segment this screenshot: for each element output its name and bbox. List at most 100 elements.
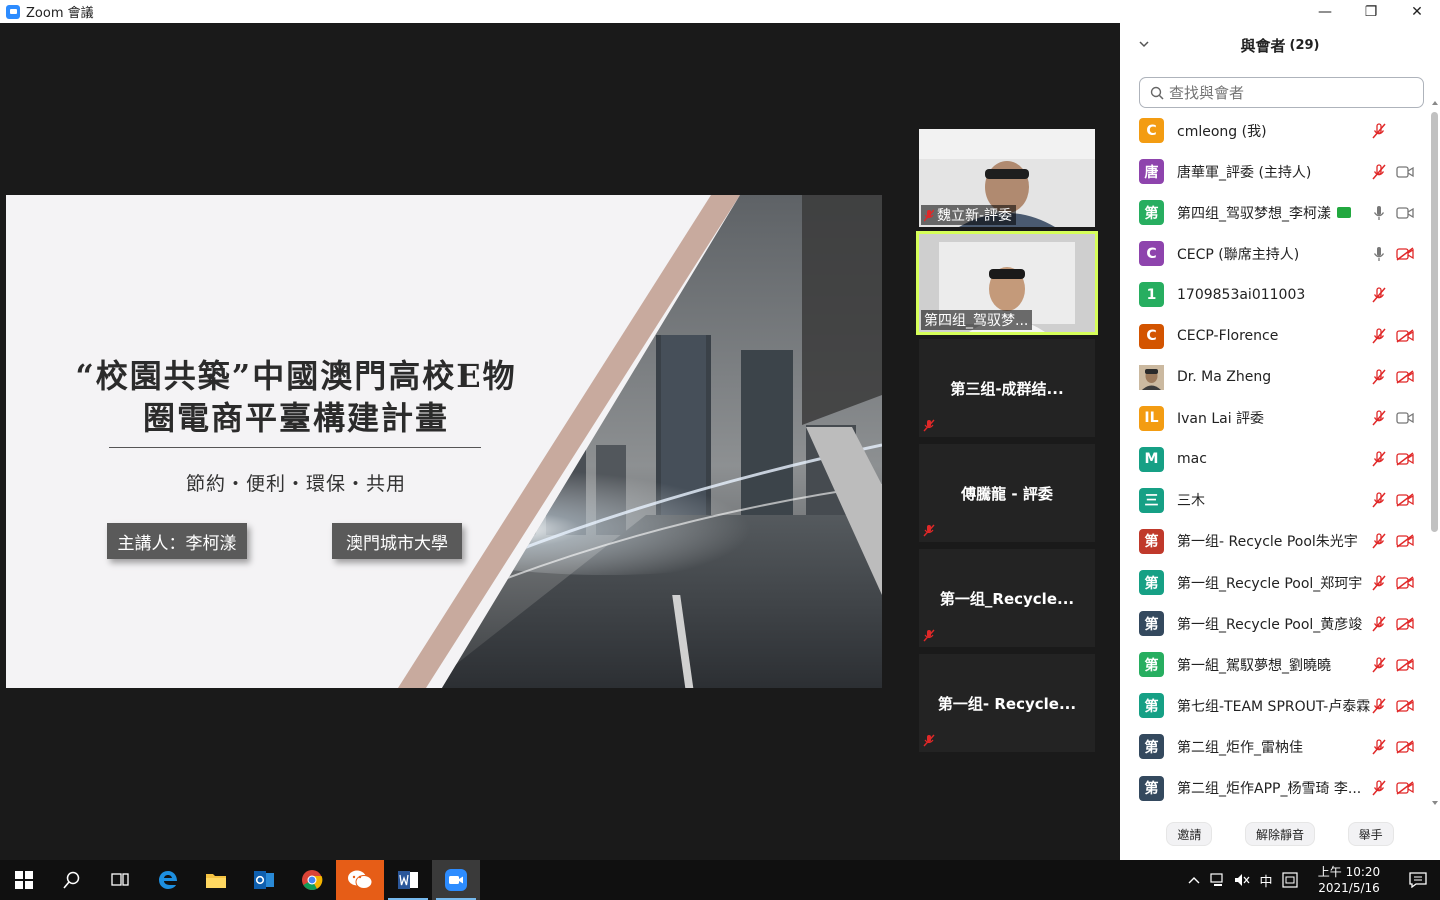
participant-row[interactable]: Mmac xyxy=(1120,439,1428,480)
task-view-button[interactable] xyxy=(96,860,144,900)
mic-muted-icon[interactable] xyxy=(1370,122,1388,140)
name-tile-3[interactable]: 第三组-成群结... xyxy=(919,339,1095,437)
mic-icon[interactable] xyxy=(1370,245,1388,263)
clock-time: 上午 10:20 xyxy=(1317,865,1381,879)
restore-button[interactable]: ❐ xyxy=(1348,0,1394,23)
video-off-icon[interactable] xyxy=(1396,368,1414,386)
video-tile-active-speaker[interactable]: 第四组_驾驭梦... xyxy=(916,231,1098,335)
mic-muted-icon[interactable] xyxy=(1370,327,1388,345)
participant-status-icons xyxy=(1370,521,1414,562)
video-off-icon[interactable] xyxy=(1396,491,1414,509)
participant-name: CECP (聯席主持人) xyxy=(1177,246,1300,263)
tile-name: 第四组_驾驭梦... xyxy=(924,313,1029,329)
name-tile-4[interactable]: 傅騰龍 - 評委 xyxy=(919,444,1095,542)
edge-browser-button[interactable] xyxy=(144,860,192,900)
name-tile-5[interactable]: 第一组_Recycle... xyxy=(919,549,1095,647)
participant-row[interactable]: Dr. Ma Zheng xyxy=(1120,357,1428,398)
window-titlebar: Zoom 會議 xyxy=(0,0,1120,23)
participant-status-icons xyxy=(1370,603,1414,644)
ime-indicator[interactable]: 中 xyxy=(1254,860,1278,900)
participant-name: Dr. Ma Zheng xyxy=(1177,369,1272,386)
mic-muted-icon[interactable] xyxy=(1370,574,1388,592)
scroll-down-icon[interactable] xyxy=(1432,800,1438,806)
video-off-icon[interactable] xyxy=(1396,327,1414,345)
participant-list-scrollbar[interactable] xyxy=(1431,112,1438,532)
participant-row[interactable]: C CECP (聯席主持人) xyxy=(1120,233,1428,274)
mic-muted-icon[interactable] xyxy=(1370,615,1388,633)
network-icon[interactable] xyxy=(1206,860,1230,900)
participant-row[interactable]: 1 1709853ai011003 xyxy=(1120,274,1428,315)
search-taskbar-button[interactable] xyxy=(48,860,96,900)
mic-muted-icon[interactable] xyxy=(1370,491,1388,509)
participant-row[interactable]: 第第四组_驾驭梦想_李柯漾 xyxy=(1120,192,1428,233)
participant-row[interactable]: IL Ivan Lai 評委 xyxy=(1120,398,1428,439)
video-off-icon[interactable] xyxy=(1396,574,1414,592)
mic-muted-icon[interactable] xyxy=(1370,738,1388,756)
chevron-up-icon[interactable] xyxy=(1182,860,1206,900)
participant-row[interactable]: 三三木 xyxy=(1120,480,1428,521)
mic-muted-icon[interactable] xyxy=(1370,697,1388,715)
participant-row[interactable]: 第第一组_Recycle Pool_黄彦竣 xyxy=(1120,603,1428,644)
close-button[interactable]: ✕ xyxy=(1394,0,1440,23)
chrome-button[interactable] xyxy=(288,860,336,900)
video-icon[interactable] xyxy=(1396,163,1414,181)
mic-muted-icon[interactable] xyxy=(1370,532,1388,550)
video-icon[interactable] xyxy=(1396,204,1414,222)
mic-muted-icon[interactable] xyxy=(1370,409,1388,427)
tile-label: 魏立新-評委 xyxy=(921,205,1017,225)
wechat-button[interactable] xyxy=(336,860,384,900)
participant-search[interactable] xyxy=(1139,77,1424,108)
participant-row[interactable]: C CECP-Florence xyxy=(1120,315,1428,356)
slide-university-label: 澳門城市大學 xyxy=(332,523,462,559)
slide-city-photo xyxy=(398,195,882,688)
participant-row[interactable]: 第第一组_Recycle Pool_郑珂宇 xyxy=(1120,562,1428,603)
video-off-icon[interactable] xyxy=(1396,697,1414,715)
wechat-icon xyxy=(348,870,373,889)
start-button[interactable] xyxy=(0,860,48,900)
participant-row[interactable]: 唐唐華軍_評委 (主持人) xyxy=(1120,151,1428,192)
speaker-muted-icon[interactable] xyxy=(1230,860,1254,900)
participant-row[interactable]: 第第一組_駕馭夢想_劉曉曉 xyxy=(1120,644,1428,685)
taskbar-clock[interactable]: 上午 10:20 2021/5/16 xyxy=(1306,864,1392,896)
unmute-all-button[interactable]: 解除靜音 xyxy=(1244,822,1315,846)
mic-muted-icon[interactable] xyxy=(1370,779,1388,797)
mic-muted-icon[interactable] xyxy=(1370,286,1388,304)
video-off-icon[interactable] xyxy=(1396,779,1414,797)
name-tile-6[interactable]: 第一组- Recycle... xyxy=(919,654,1095,752)
participant-status-icons xyxy=(1370,439,1414,480)
outlook-button[interactable] xyxy=(240,860,288,900)
participant-name: 三木 xyxy=(1177,493,1205,510)
search-input[interactable] xyxy=(1169,83,1409,102)
file-explorer-button[interactable] xyxy=(192,860,240,900)
avatar: 第 xyxy=(1139,200,1164,226)
mic-muted-icon[interactable] xyxy=(1370,163,1388,181)
mic-icon[interactable] xyxy=(1370,204,1388,222)
video-tile-1[interactable]: 魏立新-評委 xyxy=(919,129,1095,227)
video-off-icon[interactable] xyxy=(1396,532,1414,550)
raise-hand-button[interactable]: 舉手 xyxy=(1347,822,1394,846)
mic-muted-icon[interactable] xyxy=(1370,368,1388,386)
video-off-icon[interactable] xyxy=(1396,738,1414,756)
participant-row[interactable]: Ccmleong (我) xyxy=(1120,110,1428,151)
word-button[interactable] xyxy=(384,860,432,900)
mic-muted-icon[interactable] xyxy=(1370,656,1388,674)
scroll-up-icon[interactable] xyxy=(1432,100,1438,106)
zoom-taskbar-button[interactable] xyxy=(432,860,480,900)
participant-row[interactable]: 第第二组_炬作APP_杨雪琦 李... xyxy=(1120,768,1428,809)
mic-muted-icon[interactable] xyxy=(1370,450,1388,468)
action-center-icon[interactable] xyxy=(1396,860,1440,900)
participant-row[interactable]: 第第七组-TEAM SPROUT-卢泰霖 xyxy=(1120,685,1428,726)
participant-row[interactable]: 第第一组- Recycle Pool朱光宇 xyxy=(1120,521,1428,562)
video-none-placeholder xyxy=(1396,286,1414,304)
video-off-icon[interactable] xyxy=(1396,656,1414,674)
minimize-button[interactable]: — xyxy=(1302,0,1348,23)
video-off-icon[interactable] xyxy=(1396,615,1414,633)
video-off-icon[interactable] xyxy=(1396,450,1414,468)
keyboard-layout-icon[interactable] xyxy=(1278,860,1302,900)
invite-button[interactable]: 邀請 xyxy=(1166,822,1213,846)
folder-icon xyxy=(206,874,226,888)
video-icon[interactable] xyxy=(1396,409,1414,427)
video-off-icon[interactable] xyxy=(1396,245,1414,263)
participant-row[interactable]: 第第二组_炬作_雷枘佳 xyxy=(1120,726,1428,767)
search-icon xyxy=(1150,86,1164,100)
